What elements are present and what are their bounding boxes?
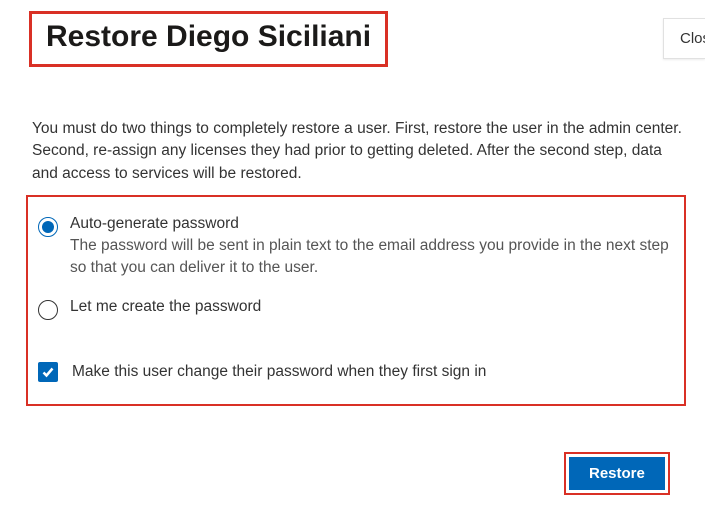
radio-auto-generate-description: The password will be sent in plain text … (70, 235, 674, 280)
restore-button-highlight-frame: Restore (564, 452, 670, 495)
radio-manual-icon[interactable] (38, 300, 58, 320)
radio-auto-generate-icon[interactable] (38, 217, 58, 237)
title-highlight-frame: Restore Diego Siciliani (29, 11, 388, 67)
password-options-highlight-frame: Auto-generate password The password will… (26, 195, 686, 406)
checkbox-checked-icon[interactable] (38, 362, 58, 382)
close-button[interactable]: Close (663, 18, 705, 59)
checkbox-force-change-label: Make this user change their password whe… (72, 363, 486, 381)
radio-manual-label: Let me create the password (70, 298, 674, 316)
restore-button[interactable]: Restore (569, 457, 665, 490)
radio-auto-generate-content: Auto-generate password The password will… (70, 215, 674, 280)
page-title: Restore Diego Siciliani (46, 20, 371, 54)
checkbox-force-change[interactable]: Make this user change their password whe… (38, 362, 674, 382)
restore-description: You must do two things to completely res… (32, 118, 687, 185)
radio-option-auto-generate[interactable]: Auto-generate password The password will… (38, 215, 674, 280)
radio-auto-generate-label: Auto-generate password (70, 215, 674, 233)
radio-manual-content: Let me create the password (70, 298, 674, 316)
radio-option-manual[interactable]: Let me create the password (38, 298, 674, 320)
